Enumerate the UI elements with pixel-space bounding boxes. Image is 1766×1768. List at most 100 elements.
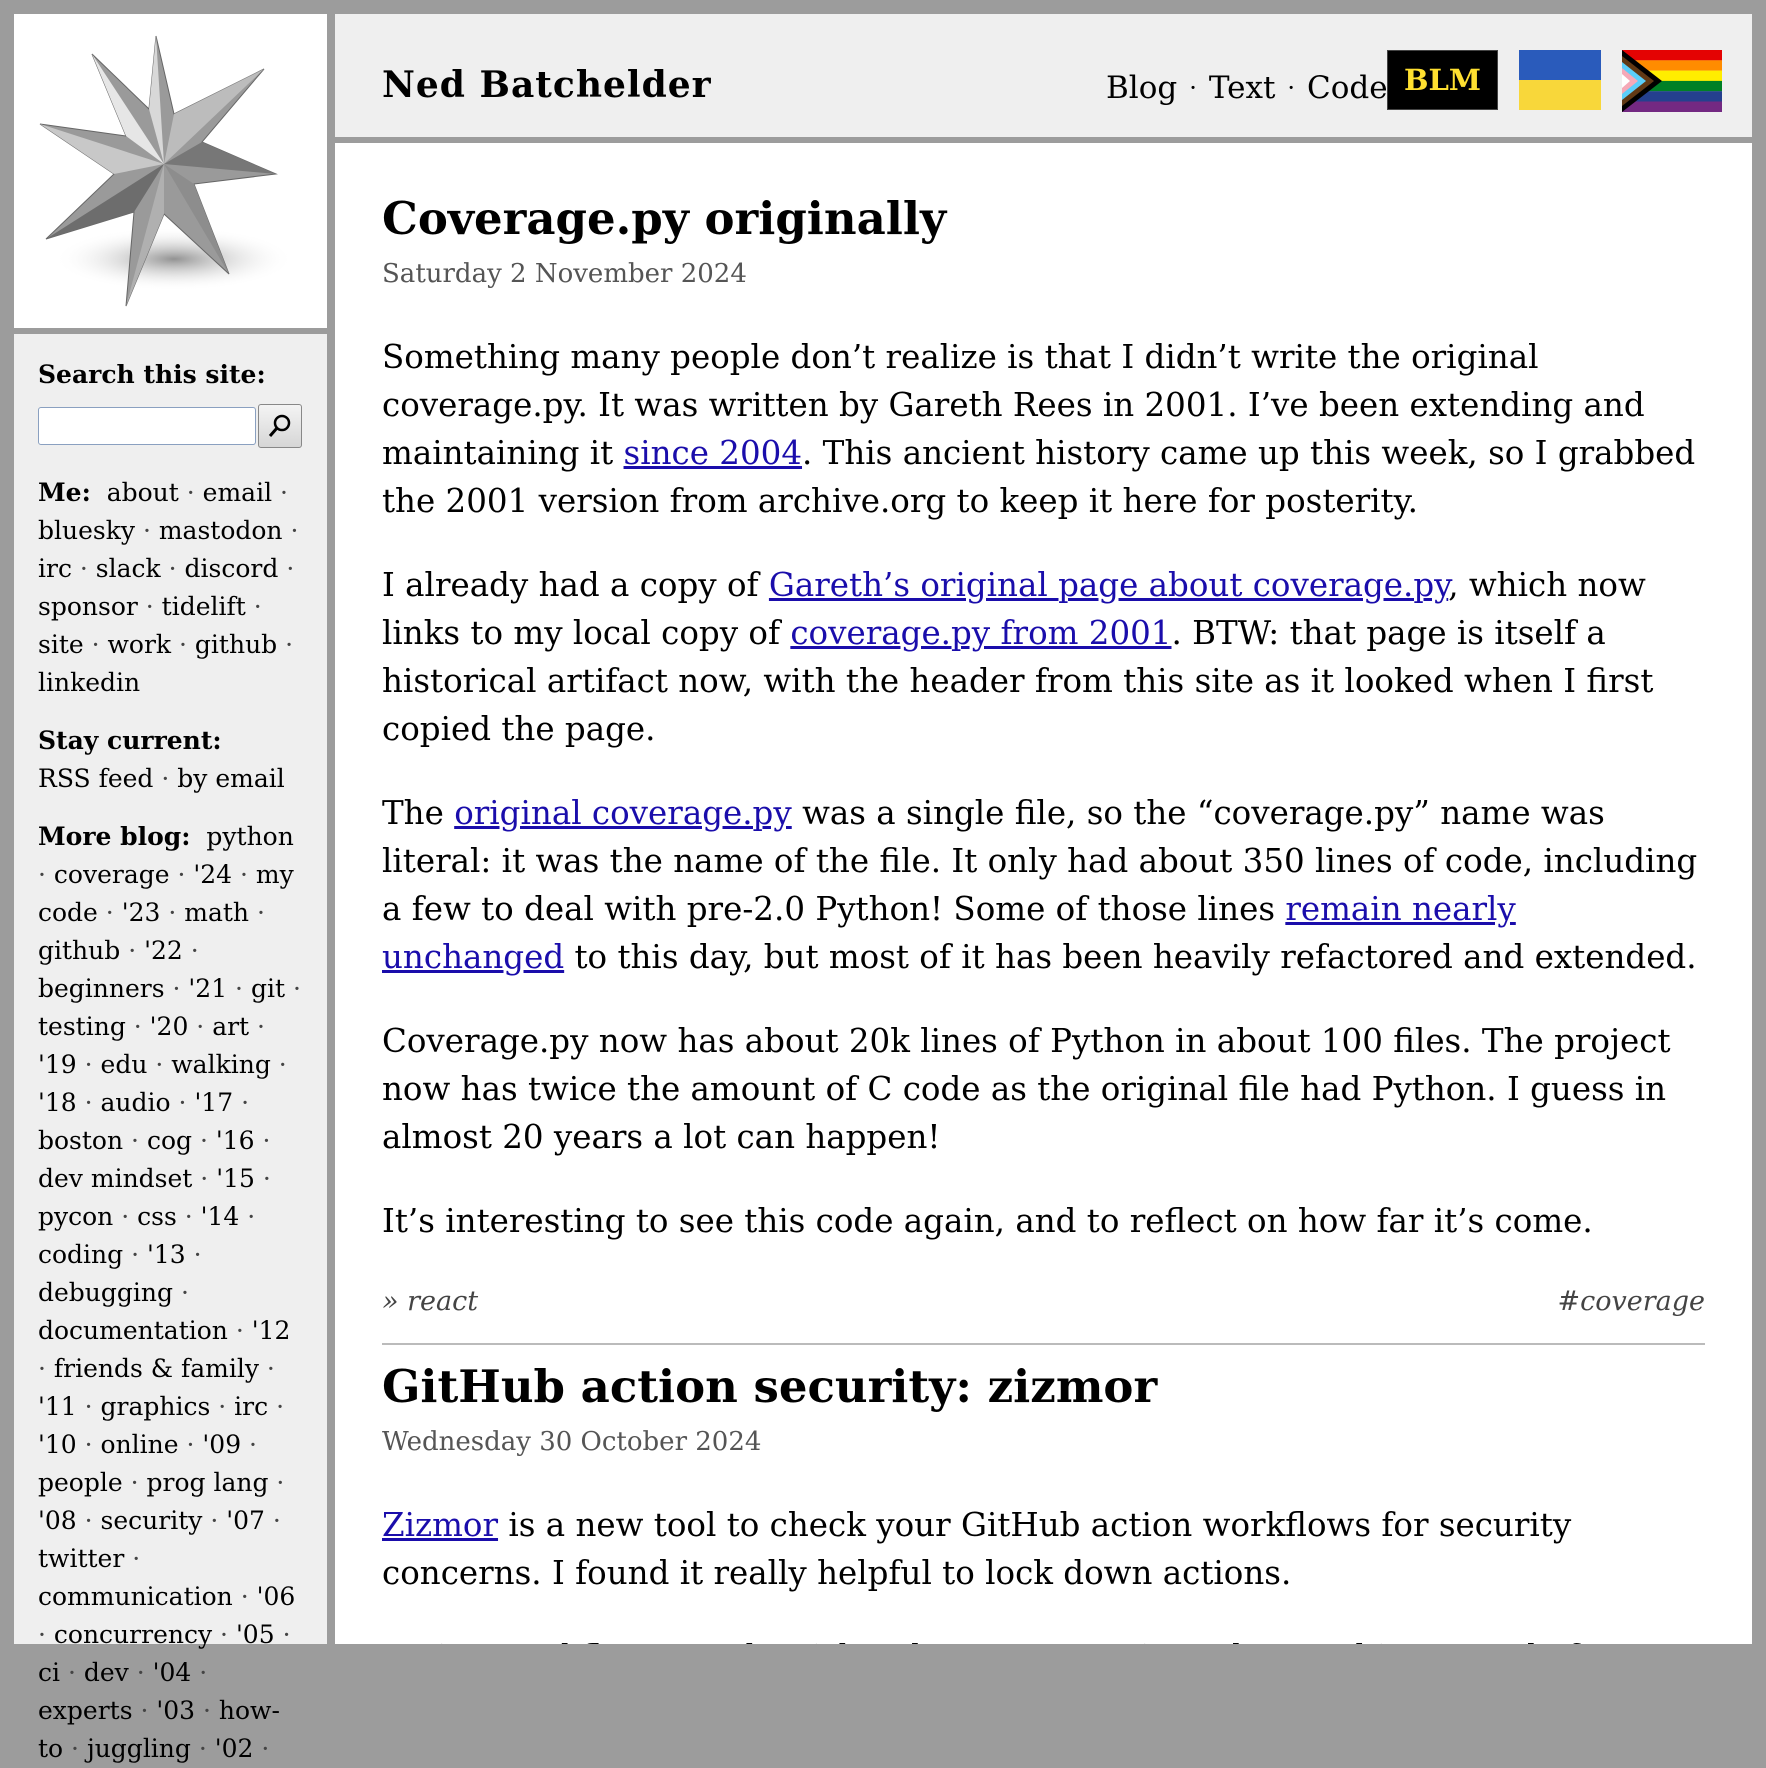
post-date: Saturday 2 November 2024 [382,259,747,289]
sidebar-link-sponsor[interactable]: sponsor [38,592,138,621]
sidebar-link-13[interactable]: '13 [147,1240,186,1269]
sidebar-link-security[interactable]: security [101,1506,203,1535]
nav-separator: · [1287,74,1296,102]
sidebar-link-22[interactable]: '22 [144,936,183,965]
original-coverage-link[interactable]: original coverage.py [454,794,792,832]
sidebar-link-18[interactable]: '18 [38,1088,77,1117]
sidebar-link-06[interactable]: '06 [257,1582,296,1611]
sidebar-link-git[interactable]: git [251,974,285,1003]
sidebar-link-by-email[interactable]: by email [177,764,284,793]
progress-pride-flag-icon[interactable] [1622,50,1722,112]
sidebar-link-21[interactable]: '21 [188,974,227,1003]
sidebar-link-24[interactable]: '24 [193,860,232,889]
link-separator: · [60,1658,84,1687]
gareth-original-page-link[interactable]: Gareth’s original page about coverage.py [769,566,1448,604]
sidebar-link-05[interactable]: '05 [236,1620,275,1649]
sidebar-link-graphics[interactable]: graphics [101,1392,211,1421]
sidebar-link-art[interactable]: art [212,1012,249,1041]
sidebar-link-site[interactable]: site [38,630,84,659]
sidebar-link-github[interactable]: github [38,936,120,965]
sidebar-link-work[interactable]: work [108,630,172,659]
search-button[interactable] [258,404,302,448]
sidebar-link-17[interactable]: '17 [194,1088,233,1117]
sidebar-link-beginners[interactable]: beginners [38,974,165,1003]
sidebar-link-juggling[interactable]: juggling [87,1734,191,1763]
nav-code[interactable]: Code [1307,70,1388,106]
nav-separator: · [1189,74,1197,102]
sidebar-link-irc[interactable]: irc [234,1392,268,1421]
sidebar-link-audio[interactable]: audio [101,1088,171,1117]
blm-badge[interactable]: BLM [1387,50,1498,110]
sidebar-link-10[interactable]: '10 [38,1430,77,1459]
tag-link[interactable]: #coverage [1558,1283,1706,1321]
sidebar-link-mastodon[interactable]: mastodon [159,516,283,545]
site-title[interactable]: Ned Batchelder [382,64,712,106]
coverage-2001-link[interactable]: coverage.py from 2001 [790,614,1171,652]
sidebar-link-dev[interactable]: dev [84,1658,129,1687]
sidebar-link-15[interactable]: '15 [216,1164,255,1193]
sidebar-link-walking[interactable]: walking [171,1050,271,1079]
sidebar-link-slack[interactable]: slack [96,554,161,583]
sidebar-link-about[interactable]: about [107,478,179,507]
sidebar-link-11[interactable]: '11 [38,1392,77,1421]
sidebar-link-coding[interactable]: coding [38,1240,123,1269]
nav-blog[interactable]: Blog [1106,70,1177,106]
sidebar-link-16[interactable]: '16 [216,1126,255,1155]
sidebar-link-linkedin[interactable]: linkedin [38,668,140,697]
search-input[interactable] [38,407,256,445]
nav-text[interactable]: Text [1209,70,1276,106]
site-logo[interactable] [14,14,327,328]
ukraine-flag-icon[interactable] [1519,50,1601,110]
sidebar-link-12[interactable]: '12 [252,1316,291,1345]
sidebar-link-github[interactable]: github [195,630,277,659]
sidebar-link-dev-mindset[interactable]: dev mindset [38,1164,192,1193]
link-separator: · [192,1126,216,1155]
sidebar-link-concurrency[interactable]: concurrency [54,1620,212,1649]
sidebar-link-20[interactable]: '20 [150,1012,189,1041]
sidebar-link-14[interactable]: '14 [201,1202,240,1231]
sidebar-link-03[interactable]: '03 [156,1696,195,1725]
sidebar-link-email[interactable]: email [203,478,272,507]
more-blog-links: More blog: python · coverage · '24 · my … [38,818,303,1768]
sidebar-link-debugging[interactable]: debugging [38,1278,173,1307]
link-separator: · [76,1088,101,1117]
sidebar-link-twitter[interactable]: twitter [38,1544,124,1573]
sidebar-link-people[interactable]: people [38,1468,123,1497]
sidebar-link-07[interactable]: '07 [226,1506,265,1535]
sidebar-link-19[interactable]: '19 [38,1050,77,1079]
sidebar-link-prog-lang[interactable]: prog lang [147,1468,269,1497]
sidebar-link-testing[interactable]: testing [38,1012,126,1041]
sidebar-link-edu[interactable]: edu [101,1050,148,1079]
sidebar-link-pycon[interactable]: pycon [38,1202,113,1231]
sidebar-link-bluesky[interactable]: bluesky [38,516,135,545]
sidebar-link-online[interactable]: online [101,1430,179,1459]
sidebar-link-experts[interactable]: experts [38,1696,133,1725]
sidebar-link-documentation[interactable]: documentation [38,1316,228,1345]
sidebar-link-08[interactable]: '08 [38,1506,77,1535]
sidebar-link-irc[interactable]: irc [38,554,72,583]
since-2004-link[interactable]: since 2004 [624,434,802,472]
sidebar-link-cog[interactable]: cog [147,1126,192,1155]
sidebar-link-09[interactable]: '09 [202,1430,241,1459]
sidebar-link-23[interactable]: '23 [122,898,161,927]
link-separator: · [278,554,295,583]
post-title[interactable]: Coverage.py originally [382,191,1705,247]
post-paragraph: Something many people don’t realize is t… [382,333,1705,525]
react-link[interactable]: » react [382,1283,478,1321]
sidebar-link-css[interactable]: css [137,1202,177,1231]
zizmor-link[interactable]: Zizmor [382,1506,498,1544]
sidebar-link-communication[interactable]: communication [38,1582,233,1611]
post-title[interactable]: GitHub action security: zizmor [382,1359,1705,1415]
sidebar-link-discord[interactable]: discord [185,554,279,583]
sidebar-link-coverage[interactable]: coverage [54,860,170,889]
sidebar-link-02[interactable]: '02 [215,1734,254,1763]
stay-current-links: Stay current: RSS feed · by email [38,722,303,798]
sidebar-link-boston[interactable]: boston [38,1126,123,1155]
sidebar-link-friends-family[interactable]: friends & family [54,1354,259,1383]
sidebar-link-python[interactable]: python [206,822,293,851]
sidebar-link-04[interactable]: '04 [153,1658,192,1687]
sidebar-link-math[interactable]: math [184,898,249,927]
sidebar-link-tidelift[interactable]: tidelift [162,592,246,621]
sidebar-link-ci[interactable]: ci [38,1658,60,1687]
sidebar-link-rss-feed[interactable]: RSS feed [38,764,153,793]
